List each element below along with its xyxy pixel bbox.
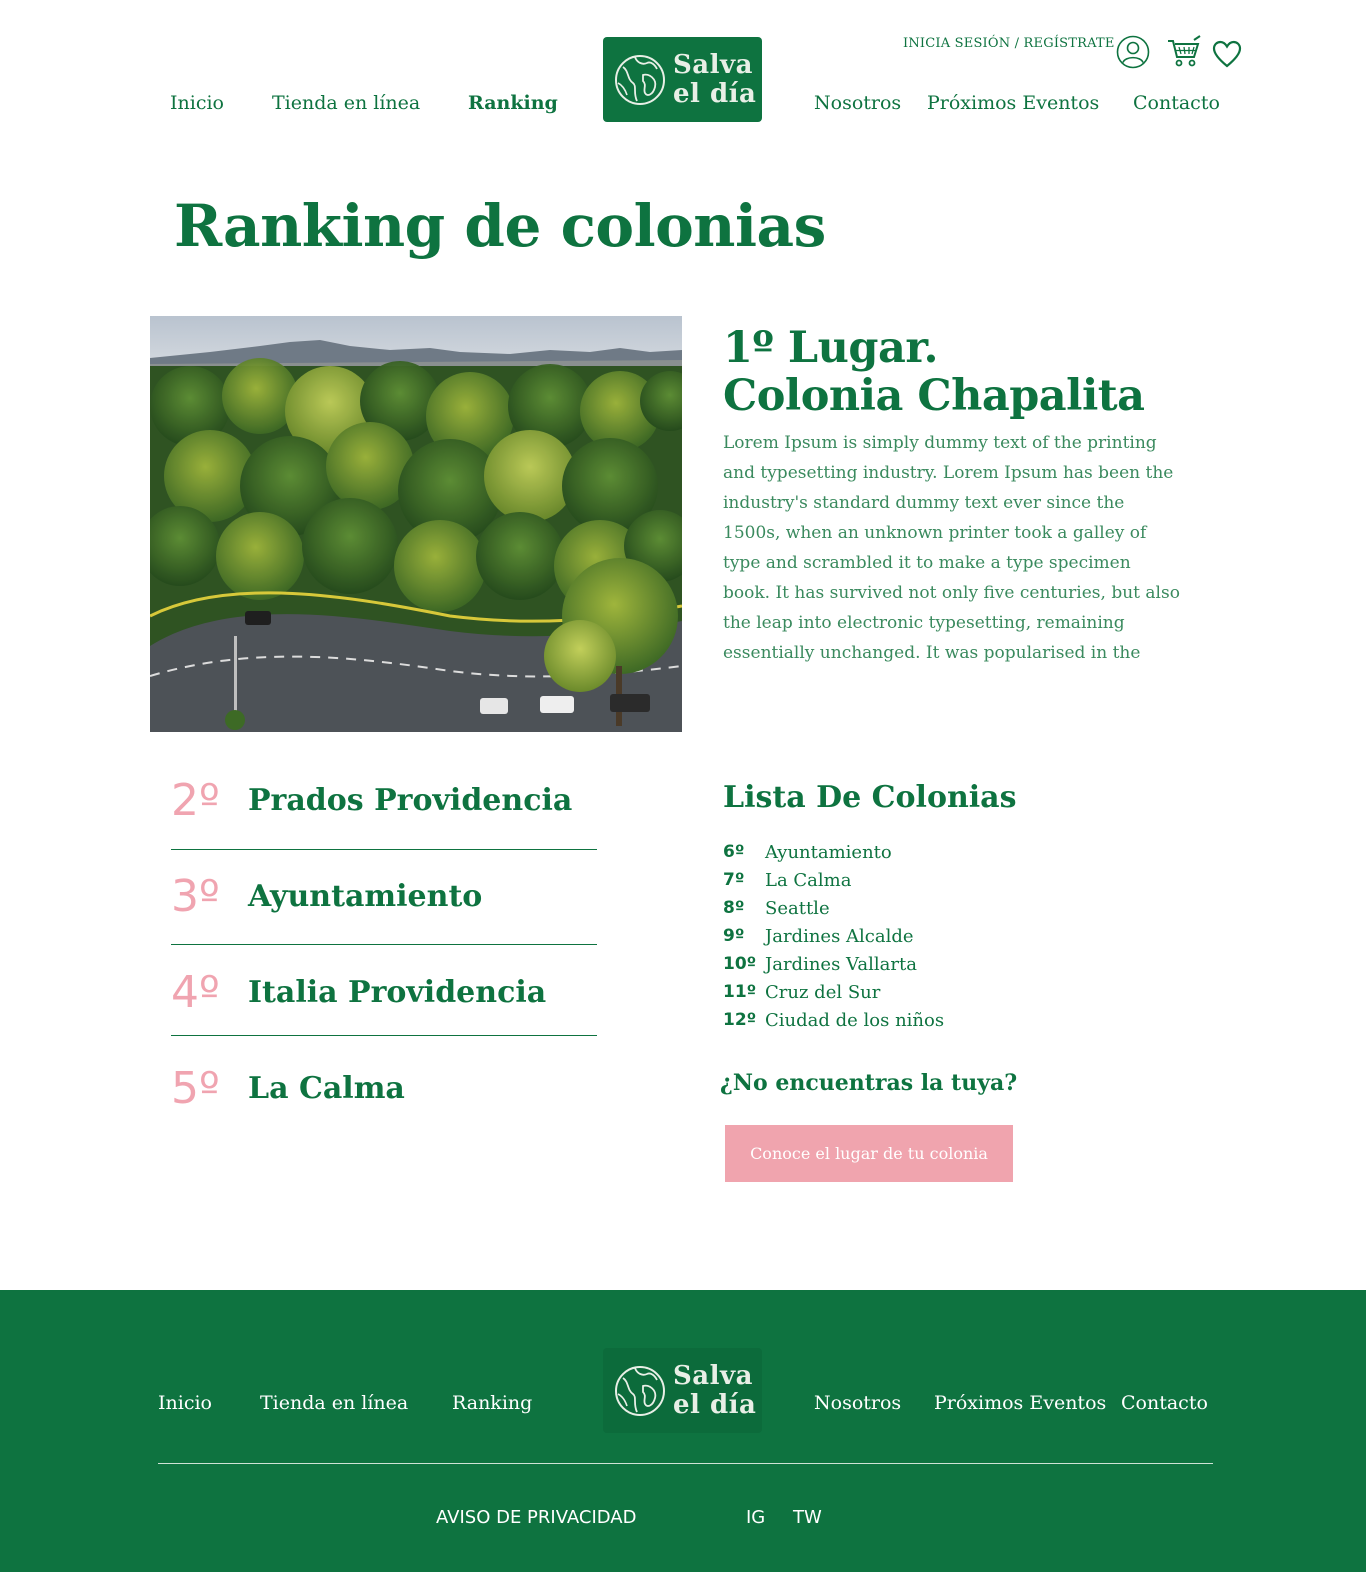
footer-nav-nosotros[interactable]: Nosotros	[814, 1392, 901, 1414]
twitter-link[interactable]: TW	[793, 1507, 822, 1528]
footer-nav-tienda[interactable]: Tienda en línea	[260, 1392, 408, 1414]
footer-divider	[158, 1463, 1213, 1464]
list-item-rank: 9º	[723, 926, 745, 946]
rank-name: La Calma	[248, 1071, 405, 1106]
user-icon[interactable]	[1116, 35, 1150, 69]
list-item[interactable]: 10º Jardines Vallarta	[723, 950, 944, 978]
list-item[interactable]: 11º Cruz del Sur	[723, 978, 944, 1006]
list-item[interactable]: 6º Ayuntamiento	[723, 838, 944, 866]
rank-divider	[171, 944, 597, 945]
rank-divider	[171, 1035, 597, 1036]
footer-nav-eventos[interactable]: Próximos Eventos	[934, 1392, 1106, 1414]
list-item[interactable]: 7º La Calma	[723, 866, 944, 894]
list-item-name: Cruz del Sur	[765, 981, 881, 1003]
rank-name: Prados Providencia	[248, 783, 573, 818]
footer-nav-inicio[interactable]: Inicio	[158, 1392, 212, 1414]
rank-name: Ayuntamiento	[248, 879, 483, 914]
list-item-name: Jardines Alcalde	[765, 925, 914, 947]
rank-name: Italia Providencia	[248, 975, 547, 1010]
list-item-name: La Calma	[765, 869, 852, 891]
list-item-name: Jardines Vallarta	[765, 953, 917, 975]
colonias-list-title: Lista De Colonias	[723, 780, 1017, 815]
globe-leaf-icon	[615, 1365, 665, 1416]
list-item-rank: 7º	[723, 870, 745, 890]
colonias-list: 6º Ayuntamiento 7º La Calma 8º Seattle 9º Ja…	[723, 838, 944, 1034]
rank-number: 3º	[171, 871, 220, 922]
footer-nav-ranking[interactable]: Ranking	[452, 1392, 532, 1414]
instagram-link[interactable]: IG	[746, 1507, 765, 1528]
chapalita-photo	[150, 316, 682, 732]
nav-contacto[interactable]: Contacto	[1133, 92, 1220, 114]
list-item-name: Ayuntamiento	[765, 841, 892, 863]
footer-logo[interactable]: Salva el día	[603, 1348, 762, 1433]
nav-ranking[interactable]: Ranking	[468, 92, 558, 114]
rank-row[interactable]: 2º Prados Providencia	[171, 775, 597, 870]
list-item[interactable]: 12º Ciudad de los niños	[723, 1006, 944, 1034]
nav-inicio[interactable]: Inicio	[170, 92, 224, 114]
rank-number: 2º	[171, 775, 220, 826]
first-place-title: 1º Lugar. Colonia Chapalita	[723, 323, 1145, 421]
list-item-rank: 11º	[723, 982, 757, 1002]
list-item[interactable]: 9º Jardines Alcalde	[723, 922, 944, 950]
list-item-rank: 10º	[723, 954, 757, 974]
rank-number: 5º	[171, 1063, 220, 1114]
list-item[interactable]: 8º Seattle	[723, 894, 944, 922]
nav-nosotros[interactable]: Nosotros	[814, 92, 901, 114]
site-footer: Inicio Tienda en línea Ranking Nosotros …	[0, 1290, 1366, 1572]
cart-icon[interactable]	[1166, 35, 1202, 69]
nav-tienda[interactable]: Tienda en línea	[272, 92, 420, 114]
list-item-rank: 12º	[723, 1010, 757, 1030]
logo-wordmark: Salva el día	[673, 49, 757, 109]
privacy-link[interactable]: AVISO DE PRIVACIDAD	[436, 1507, 636, 1528]
site-logo[interactable]: Salva el día	[603, 37, 762, 122]
rank-divider	[171, 849, 597, 850]
footer-logo-wordmark: Salva el día	[673, 1360, 757, 1420]
footer-nav-contacto[interactable]: Contacto	[1121, 1392, 1208, 1414]
rank-row[interactable]: 5º La Calma	[171, 1063, 597, 1158]
rank-row[interactable]: 3º Ayuntamiento	[171, 871, 597, 966]
heart-icon[interactable]	[1212, 40, 1242, 68]
page-title: Ranking de colonias	[174, 192, 826, 260]
find-colonia-button[interactable]: Conoce el lugar de tu colonia	[725, 1125, 1013, 1182]
rank-row[interactable]: 4º Italia Providencia	[171, 967, 597, 1062]
list-item-rank: 8º	[723, 898, 745, 918]
cta-question: ¿No encuentras la tuya?	[720, 1070, 1018, 1096]
globe-leaf-icon	[615, 54, 665, 105]
first-place-description: Lorem Ipsum is simply dummy text of the …	[723, 433, 1180, 663]
list-item-name: Ciudad de los niños	[765, 1009, 945, 1031]
account-bar: INICIA SESIÓN / REGÍSTRATE	[903, 36, 1115, 51]
login-register-link[interactable]: INICIA SESIÓN / REGÍSTRATE	[903, 36, 1115, 51]
list-item-name: Seattle	[765, 897, 830, 919]
list-item-rank: 6º	[723, 842, 745, 862]
nav-eventos[interactable]: Próximos Eventos	[927, 92, 1099, 114]
rank-number: 4º	[171, 967, 220, 1018]
